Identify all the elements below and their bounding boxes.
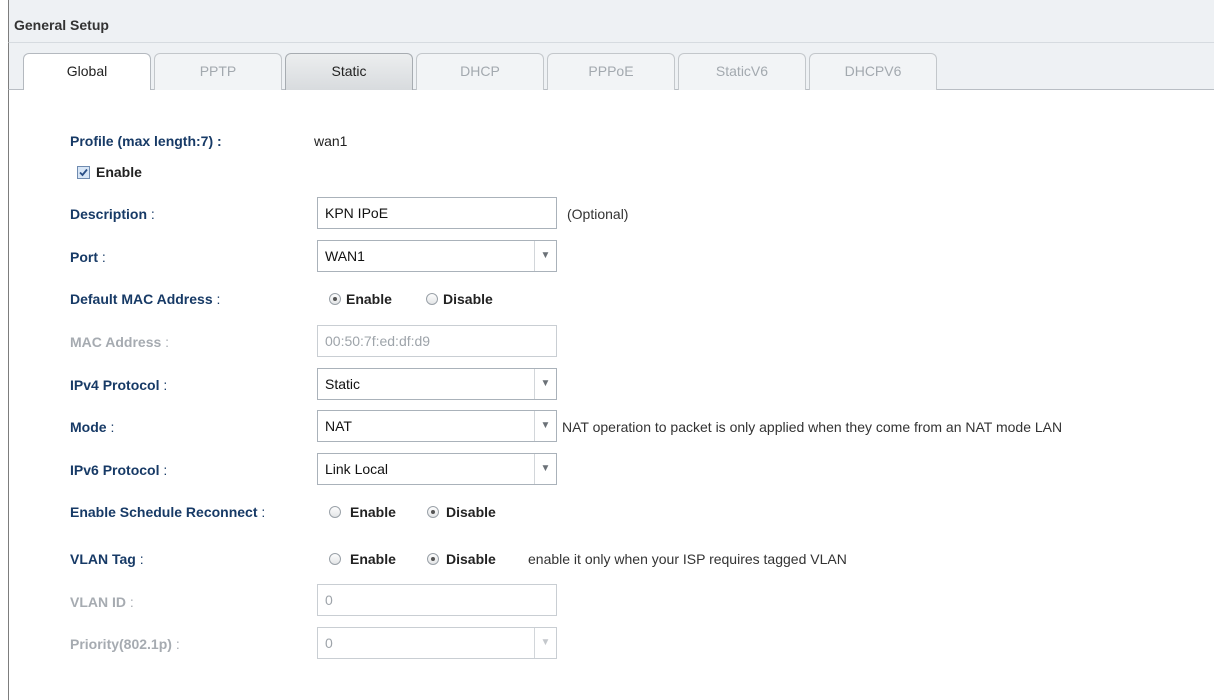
default-mac-label: Default MAC Address : <box>70 291 221 307</box>
mode-value: NAT <box>325 418 352 434</box>
description-input[interactable]: KPN IPoE <box>317 197 557 229</box>
priority-select[interactable]: 0 ▼ <box>317 627 557 659</box>
schedule-reconnect-disable-label: Disable <box>446 504 496 520</box>
ipv6-protocol-select[interactable]: Link Local ▼ <box>317 453 557 485</box>
mode-label: Mode : <box>70 419 115 435</box>
chevron-down-icon[interactable]: ▼ <box>534 628 556 658</box>
panel-header: General Setup <box>8 0 1214 43</box>
default-mac-disable-radio[interactable] <box>426 293 438 305</box>
schedule-reconnect-enable-label: Enable <box>350 504 396 520</box>
default-mac-enable-label: Enable <box>346 291 392 307</box>
port-select-value: WAN1 <box>325 248 365 264</box>
ipv4-protocol-value: Static <box>325 376 361 392</box>
tab-dhcp[interactable]: DHCP <box>416 53 544 90</box>
port-label: Port : <box>70 249 106 265</box>
ipv6-protocol-value: Link Local <box>325 461 389 477</box>
checkmark-icon <box>79 168 88 177</box>
panel-title: General Setup <box>14 17 109 33</box>
chevron-down-icon[interactable]: ▼ <box>534 411 556 441</box>
tab-pppoe[interactable]: PPPoE <box>547 53 675 90</box>
vlan-tag-note: enable it only when your ISP requires ta… <box>528 551 847 567</box>
mac-address-label: MAC Address : <box>70 334 170 350</box>
description-label: Description : <box>70 206 155 222</box>
tab-pptp[interactable]: PPTP <box>154 53 282 90</box>
chevron-down-icon[interactable]: ▼ <box>534 241 556 271</box>
ipv6-protocol-label: IPv6 Protocol : <box>70 462 168 478</box>
ipv4-protocol-select[interactable]: Static ▼ <box>317 368 557 400</box>
ipv4-protocol-label: IPv4 Protocol : <box>70 377 168 393</box>
global-settings-panel: Profile (max length:7) : wan1 Enable Des… <box>8 90 1214 700</box>
default-mac-enable-radio[interactable] <box>329 293 341 305</box>
chevron-down-icon[interactable]: ▼ <box>534 454 556 484</box>
tab-staticv6[interactable]: StaticV6 <box>678 53 806 90</box>
vlan-tag-disable-radio[interactable] <box>427 553 439 565</box>
vlan-tag-enable-label: Enable <box>350 551 396 567</box>
priority-value: 0 <box>325 635 333 651</box>
priority-label: Priority(802.1p) : <box>70 636 180 652</box>
schedule-reconnect-label: Enable Schedule Reconnect : <box>70 504 266 520</box>
mode-note: NAT operation to packet is only applied … <box>562 419 1063 435</box>
tab-static[interactable]: Static <box>285 53 413 90</box>
schedule-reconnect-disable-radio[interactable] <box>427 506 439 518</box>
port-select[interactable]: WAN1 ▼ <box>317 240 557 272</box>
mac-address-input[interactable]: 00:50:7f:ed:df:d9 <box>317 325 557 357</box>
profile-value: wan1 <box>314 133 348 149</box>
tab-global[interactable]: Global <box>23 53 151 91</box>
vlan-id-label: VLAN ID : <box>70 594 134 610</box>
mode-select[interactable]: NAT ▼ <box>317 410 557 442</box>
enable-checkbox[interactable] <box>77 166 90 179</box>
description-optional-note: (Optional) <box>567 206 629 222</box>
chevron-down-icon[interactable]: ▼ <box>534 369 556 399</box>
profile-label: Profile (max length:7) : <box>70 133 222 149</box>
default-mac-disable-label: Disable <box>443 291 493 307</box>
tab-dhcpv6[interactable]: DHCPV6 <box>809 53 937 90</box>
vlan-tag-enable-radio[interactable] <box>329 553 341 565</box>
vlan-tag-disable-label: Disable <box>446 551 496 567</box>
vlan-id-input[interactable]: 0 <box>317 584 557 616</box>
schedule-reconnect-enable-radio[interactable] <box>329 506 341 518</box>
enable-checkbox-label: Enable <box>96 164 142 180</box>
vlan-tag-label: VLAN Tag : <box>70 551 144 567</box>
tab-bar: Global PPTP Static DHCP PPPoE StaticV6 D… <box>8 43 1214 91</box>
